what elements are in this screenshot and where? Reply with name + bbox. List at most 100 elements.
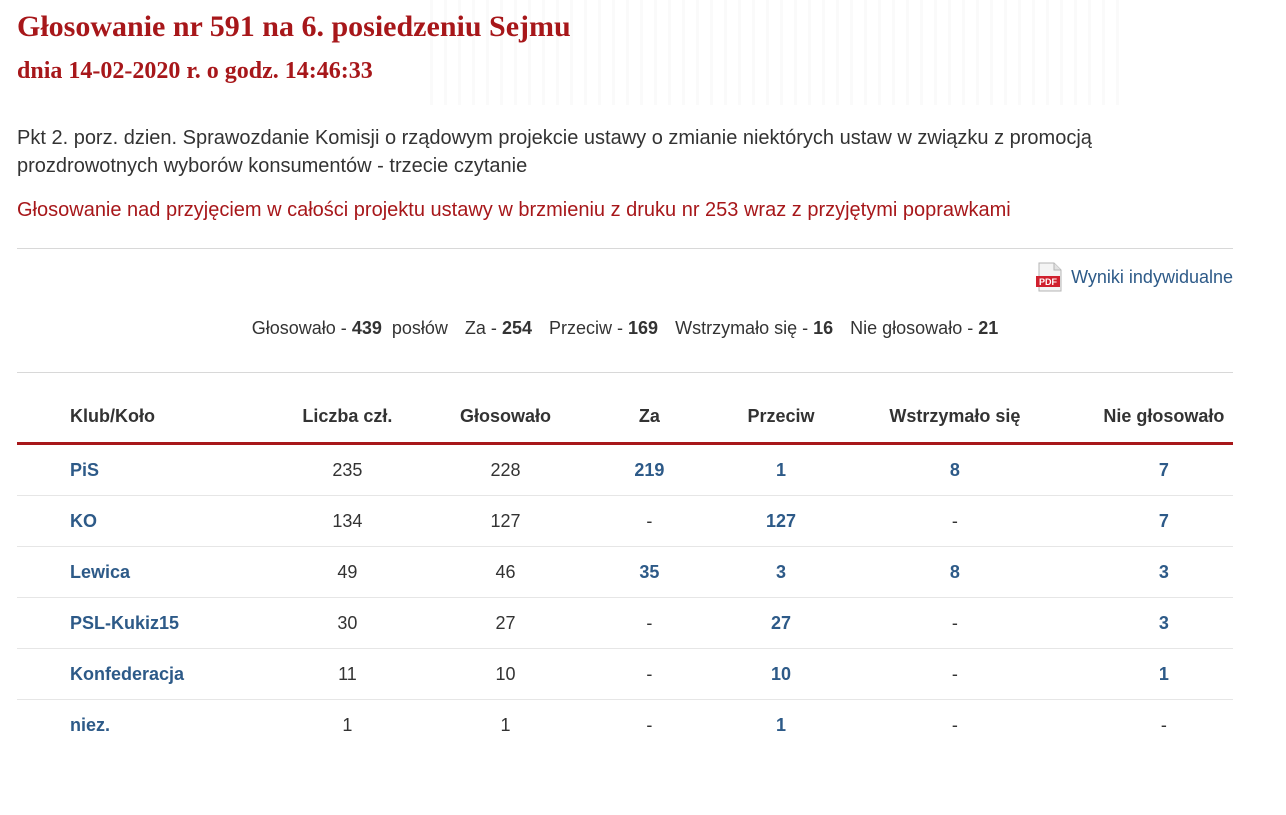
agenda-topic: Pkt 2. porz. dzien. Sprawozdanie Komisji… bbox=[17, 127, 1092, 177]
przeciw-count-link[interactable]: 127 bbox=[766, 511, 796, 531]
club-name-link[interactable]: Konfederacja bbox=[70, 664, 184, 684]
przeciw-count-link[interactable]: 1 bbox=[776, 460, 786, 480]
club-name: Lewica bbox=[17, 546, 236, 598]
przeciw-count: 10 bbox=[746, 648, 816, 700]
header-members: Liczba czł. bbox=[235, 390, 460, 445]
table-row: PSL-Kukiz15 30 27-27-3 bbox=[17, 597, 1233, 649]
summary-wstrzymalo-value: 16 bbox=[813, 318, 834, 338]
wstrzymalo-count: 8 bbox=[815, 443, 1095, 496]
nie-glosowalo-count-link[interactable]: 7 bbox=[1159, 511, 1169, 531]
za-count: 219 bbox=[551, 443, 747, 496]
wstrzymalo-count-link[interactable]: 8 bbox=[950, 460, 960, 480]
table-row: PiS 235 228 219 1 8 7 bbox=[17, 443, 1233, 496]
voted-count: 27 bbox=[459, 597, 552, 649]
members-count: 134 bbox=[235, 495, 460, 547]
svg-text:PDF: PDF bbox=[1039, 277, 1058, 287]
voted-count: 10 bbox=[459, 648, 552, 700]
nie-glosowalo-count: - bbox=[1160, 714, 1167, 735]
wstrzymalo-count: - bbox=[815, 495, 1095, 547]
wstrzymalo-count-link[interactable]: 8 bbox=[950, 562, 960, 582]
individual-results-label: Wyniki indywidualne bbox=[1071, 266, 1233, 287]
za-count-link[interactable]: 219 bbox=[634, 460, 664, 480]
za-count: - bbox=[646, 714, 653, 735]
summary-nie-glosowalo-label: Nie głosowało - bbox=[850, 318, 979, 338]
summary-przeciw-value: 169 bbox=[628, 318, 659, 338]
nie-glosowalo-count-link[interactable]: 1 bbox=[1159, 664, 1169, 684]
club-name-link[interactable]: PiS bbox=[70, 460, 99, 480]
members-count: 1 bbox=[342, 714, 353, 735]
header-voted: Głosowało bbox=[459, 390, 552, 445]
members-count: 49 bbox=[235, 546, 460, 598]
summary-voted-value: 439 bbox=[351, 318, 382, 338]
club-name-link[interactable]: KO bbox=[70, 511, 97, 531]
summary-voted-label: Głosowało - bbox=[251, 318, 352, 338]
voted-count: 127 bbox=[459, 495, 552, 547]
nie-glosowalo-count-link[interactable]: 3 bbox=[1159, 613, 1169, 633]
za-count: 35 bbox=[551, 546, 747, 598]
nie-glosowalo-count: 1 bbox=[1094, 648, 1233, 700]
voted-count: 46 bbox=[459, 546, 552, 598]
members-count: 235 bbox=[235, 443, 460, 496]
pdf-icon: PDF bbox=[1035, 262, 1065, 292]
members-count: 11 bbox=[235, 648, 460, 700]
nie-glosowalo-count-link[interactable]: 3 bbox=[1159, 562, 1169, 582]
wstrzymalo-count: - bbox=[815, 597, 1095, 649]
za-count: - bbox=[551, 495, 747, 547]
header-club: Klub/Koło bbox=[17, 390, 236, 445]
club-name-link[interactable]: niez. bbox=[70, 715, 110, 735]
table-header-row: Klub/Koło Liczba czł. Głosowało Za Przec… bbox=[17, 390, 1233, 445]
nie-glosowalo-count: 7 bbox=[1094, 495, 1233, 547]
przeciw-count: 3 bbox=[746, 546, 816, 598]
club-name-link[interactable]: PSL-Kukiz15 bbox=[70, 613, 179, 633]
wstrzymalo-count: - bbox=[951, 714, 958, 735]
przeciw-count: 127 bbox=[746, 495, 816, 547]
wstrzymalo-count: - bbox=[815, 648, 1095, 700]
wstrzymalo-count: 8 bbox=[815, 546, 1095, 598]
vote-summary: Głosowało - 439 posłów Za - 254 Przeciw … bbox=[17, 318, 1233, 339]
club-name: Konfederacja bbox=[17, 648, 236, 700]
table-row: Konfederacja 11 10-10-1 bbox=[17, 648, 1233, 700]
summary-za-label: Za - bbox=[464, 318, 502, 338]
za-count-link[interactable]: 35 bbox=[639, 562, 659, 582]
summary-przeciw-label: Przeciw - bbox=[549, 318, 629, 338]
przeciw-count-link[interactable]: 1 bbox=[776, 715, 786, 735]
club-results-table: Klub/Koło Liczba czł. Głosowało Za Przec… bbox=[17, 390, 1233, 750]
members-count: 30 bbox=[235, 597, 460, 649]
divider bbox=[17, 372, 1233, 373]
nie-glosowalo-count: 3 bbox=[1094, 597, 1233, 649]
club-name: PiS bbox=[17, 443, 236, 496]
club-name-link[interactable]: Lewica bbox=[70, 562, 130, 582]
za-count: - bbox=[551, 648, 747, 700]
individual-results-link[interactable]: PDF Wyniki indywidualne bbox=[1035, 262, 1233, 292]
nie-glosowalo-count-link[interactable]: 7 bbox=[1159, 460, 1169, 480]
table-row: Lewica 49 46 35 3 8 3 bbox=[17, 546, 1233, 598]
header-przeciw: Przeciw bbox=[746, 390, 816, 445]
przeciw-count-link[interactable]: 3 bbox=[776, 562, 786, 582]
przeciw-count: 27 bbox=[746, 597, 816, 649]
summary-voted-suffix: posłów bbox=[391, 318, 448, 338]
page-title: Głosowanie nr 591 na 6. posiedzeniu Sejm… bbox=[17, 10, 571, 43]
table-row: KO 134 127-127-7 bbox=[17, 495, 1233, 547]
header-wstrzymalo: Wstrzymało się bbox=[815, 390, 1095, 445]
przeciw-count-link[interactable]: 10 bbox=[771, 664, 791, 684]
przeciw-count-link[interactable]: 27 bbox=[771, 613, 791, 633]
header-za: Za bbox=[551, 390, 747, 445]
club-name: niez. bbox=[17, 700, 236, 751]
nie-glosowalo-count: 3 bbox=[1094, 546, 1233, 598]
nie-glosowalo-count: 7 bbox=[1094, 443, 1233, 496]
przeciw-count: 1 bbox=[746, 443, 816, 496]
header-nie-glosowalo: Nie głosowało bbox=[1094, 390, 1233, 445]
voted-count: 228 bbox=[459, 443, 552, 496]
summary-nie-glosowalo-value: 21 bbox=[978, 318, 999, 338]
divider bbox=[17, 248, 1233, 249]
club-name: PSL-Kukiz15 bbox=[17, 597, 236, 649]
club-name: KO bbox=[17, 495, 236, 547]
przeciw-count: 1 bbox=[747, 700, 815, 751]
summary-wstrzymalo-label: Wstrzymało się - bbox=[675, 318, 814, 338]
page-subtitle-date: dnia 14-02-2020 r. o godz. 14:46:33 bbox=[17, 58, 373, 84]
voted-count: 1 bbox=[500, 714, 511, 735]
za-count: - bbox=[551, 597, 747, 649]
voting-description: Głosowanie nad przyjęciem w całości proj… bbox=[17, 199, 1011, 221]
summary-za-value: 254 bbox=[501, 318, 532, 338]
table-row: niez. 1 1 - 1 - - bbox=[17, 700, 1233, 751]
